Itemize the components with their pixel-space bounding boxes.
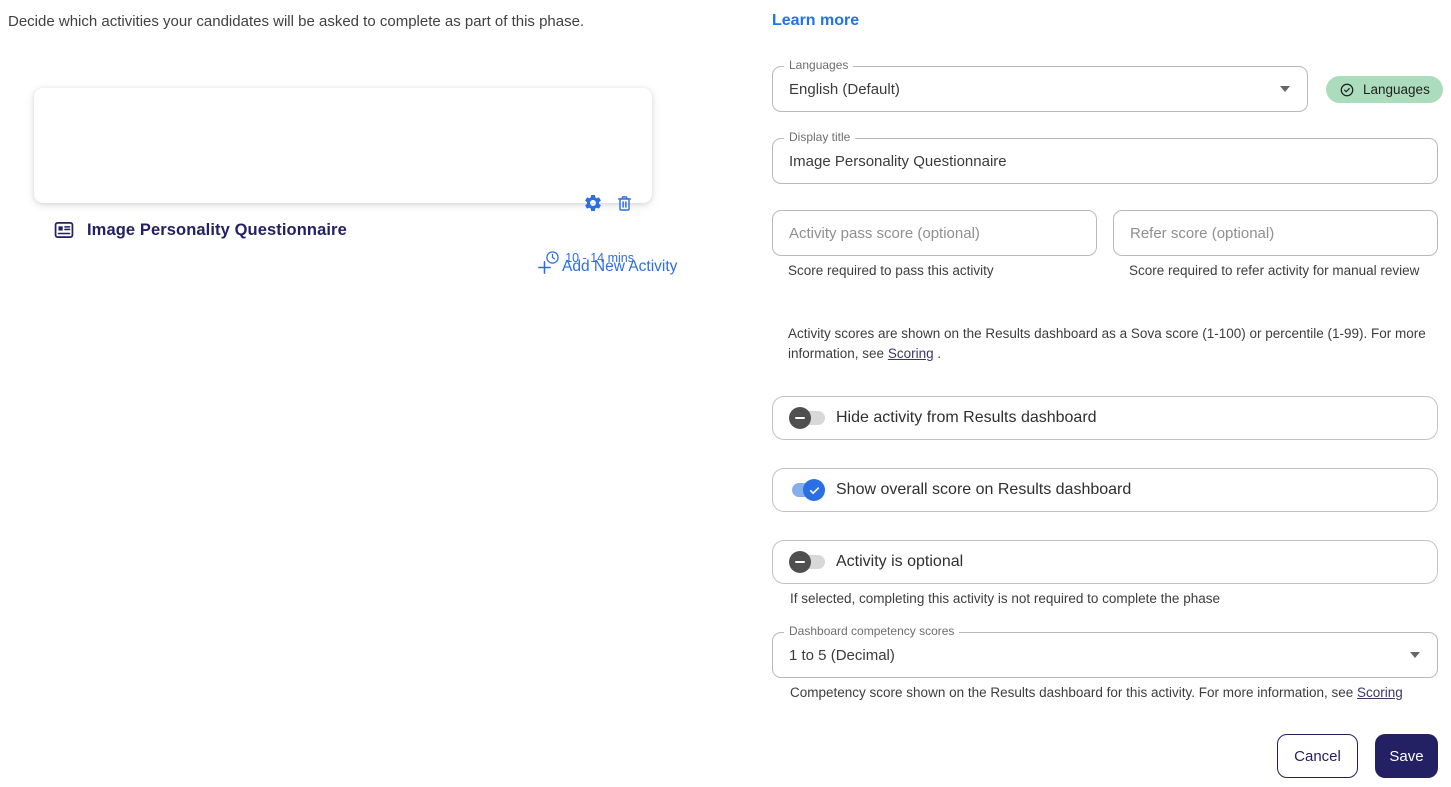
check-icon [808, 484, 821, 497]
activity-delete-button[interactable] [615, 193, 635, 213]
refer-score-input[interactable] [1114, 211, 1437, 255]
trash-icon [615, 194, 635, 213]
languages-select[interactable]: Languages English (Default) [772, 58, 1308, 112]
scores-note-text: Activity scores are shown on the Results… [788, 326, 1426, 361]
minus-icon [795, 416, 805, 420]
add-new-activity-label: Add New Activity [562, 258, 678, 275]
toggle-knob [789, 407, 811, 429]
save-button[interactable]: Save [1375, 734, 1438, 778]
pass-score-field [772, 210, 1097, 256]
plus-icon [536, 259, 553, 276]
activity-card-actions [34, 193, 652, 213]
phase-activities-page: Decide which activities your candidates … [0, 0, 1451, 787]
languages-select-value: English (Default) [789, 80, 900, 98]
hide-activity-label: Hide activity from Results dashboard [836, 409, 1097, 426]
activity-title-row: Image Personality Questionnaire [53, 219, 347, 241]
activity-settings-button[interactable] [583, 193, 603, 213]
toggle-knob [789, 551, 811, 573]
scoring-link[interactable]: Scoring [1357, 685, 1403, 700]
intro-text: Decide which activities your candidates … [8, 13, 585, 30]
toggle-row-show-overall-score: Show overall score on Results dashboard [772, 468, 1438, 512]
display-title-field: Display title [772, 130, 1438, 184]
chevron-down-icon [1410, 652, 1420, 658]
questionnaire-card-icon [53, 219, 75, 241]
toggle-row-hide-activity: Hide activity from Results dashboard [772, 396, 1438, 440]
scores-note: Activity scores are shown on the Results… [788, 324, 1430, 364]
display-title-input[interactable] [773, 139, 1437, 183]
activity-settings-panel: Learn more Languages English (Default) L… [772, 0, 1443, 787]
minus-icon [795, 560, 805, 564]
activity-optional-toggle[interactable] [789, 551, 825, 573]
gear-icon [583, 193, 603, 213]
competency-scores-select[interactable]: Dashboard competency scores 1 to 5 (Deci… [772, 624, 1438, 678]
languages-status-badge[interactable]: Languages [1326, 76, 1443, 103]
activity-optional-helper: If selected, completing this activity is… [790, 591, 1220, 606]
show-overall-score-toggle[interactable] [789, 479, 825, 501]
activity-title: Image Personality Questionnaire [87, 220, 347, 239]
display-title-label: Display title [784, 130, 856, 145]
hide-activity-toggle[interactable] [789, 407, 825, 429]
pass-score-input[interactable] [773, 211, 1096, 255]
scoring-link[interactable]: Scoring [888, 346, 934, 361]
competency-helper: Competency score shown on the Results da… [790, 683, 1438, 703]
refer-score-field [1113, 210, 1438, 256]
activity-optional-label: Activity is optional [836, 553, 964, 570]
pass-score-helper: Score required to pass this activity [788, 263, 994, 278]
add-new-activity-button[interactable]: Add New Activity [536, 258, 677, 276]
competency-scores-value: 1 to 5 (Decimal) [789, 646, 895, 664]
learn-more-link[interactable]: Learn more [772, 12, 859, 30]
toggle-knob [803, 479, 825, 501]
refer-score-helper: Score required to refer activity for man… [1129, 263, 1420, 278]
activity-card: Image Personality Questionnaire 10 - 14 … [34, 88, 652, 265]
toggle-row-activity-optional: Activity is optional [772, 540, 1438, 584]
scores-note-period: . [937, 346, 942, 361]
check-circle-icon [1339, 82, 1355, 98]
chevron-down-icon [1280, 86, 1290, 92]
languages-badge-label: Languages [1363, 82, 1430, 97]
competency-helper-text: Competency score shown on the Results da… [790, 685, 1354, 700]
show-overall-score-label: Show overall score on Results dashboard [836, 481, 1132, 498]
cancel-button[interactable]: Cancel [1277, 734, 1358, 778]
